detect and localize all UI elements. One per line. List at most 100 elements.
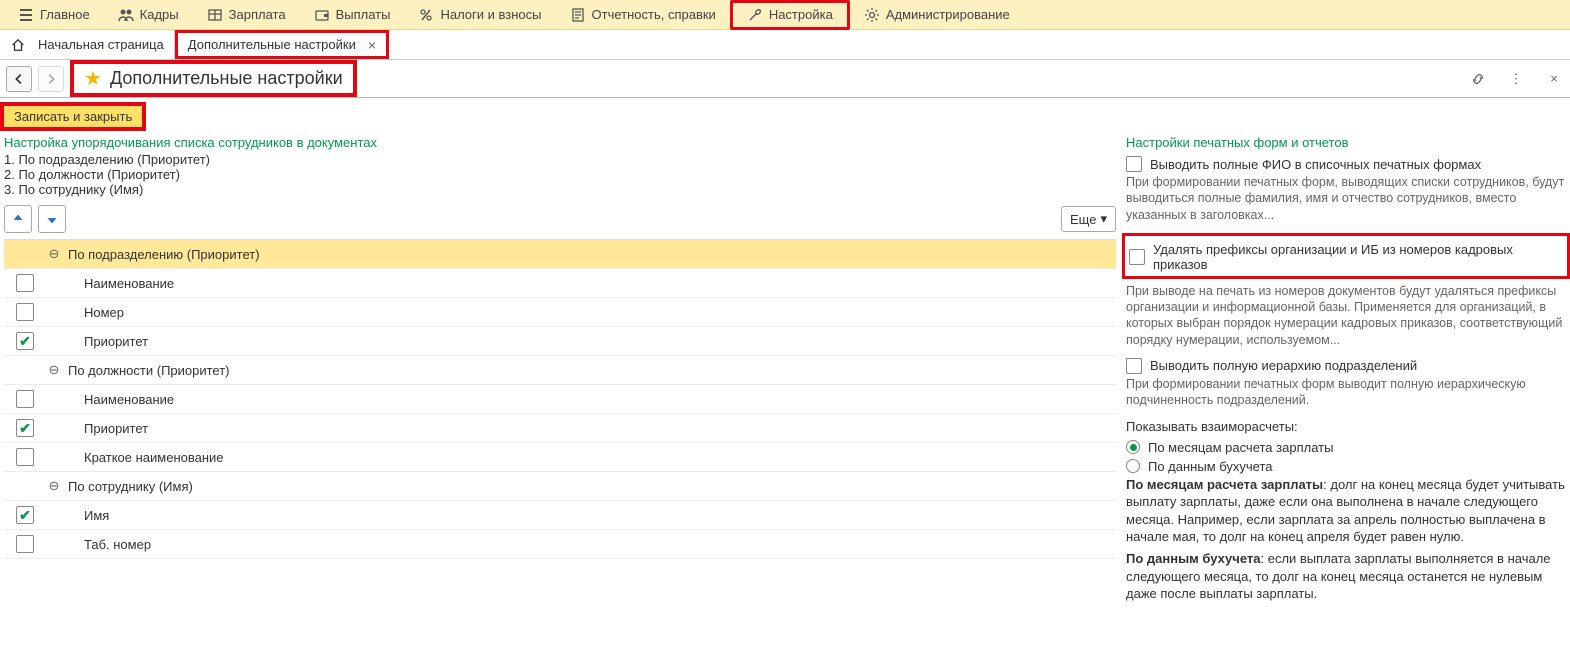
move-down-button[interactable] bbox=[38, 205, 66, 233]
option-remove-prefixes-highlight: Удалять префиксы организации и ИБ из ном… bbox=[1122, 233, 1570, 279]
option-remove-prefixes: Удалять префиксы организации и ИБ из ном… bbox=[1129, 242, 1563, 272]
radio-by-month-label: По месяцам расчета зарплаты bbox=[1148, 440, 1333, 455]
tree-item-label: Краткое наименование bbox=[84, 450, 224, 465]
tree-item-label: Наименование bbox=[84, 276, 174, 291]
tree-item-dept-number[interactable]: Номер bbox=[4, 298, 1116, 327]
menu-salary[interactable]: Зарплата bbox=[193, 0, 300, 30]
star-icon[interactable]: ★ bbox=[84, 66, 102, 91]
people-icon bbox=[118, 7, 134, 23]
tree-group-department[interactable]: ⊖ По подразделению (Приоритет) bbox=[4, 240, 1116, 269]
menu-reports-label: Отчетность, справки bbox=[592, 7, 716, 22]
wallet-icon bbox=[314, 7, 330, 23]
page-title-box: ★ Дополнительные настройки bbox=[70, 60, 357, 97]
option-full-hierarchy-desc: При формировании печатных форм выводит п… bbox=[1126, 376, 1566, 409]
page-title: Дополнительные настройки bbox=[110, 68, 343, 89]
tree-item-label: Таб. номер bbox=[84, 537, 151, 552]
option-full-hierarchy: Выводить полную иерархию подразделений bbox=[1126, 358, 1566, 374]
more-button[interactable]: Еще ▾ bbox=[1061, 206, 1116, 232]
checkbox-full-hierarchy[interactable] bbox=[1126, 358, 1142, 374]
tree-item-pos-name[interactable]: Наименование bbox=[4, 385, 1116, 414]
more-actions-icon[interactable]: ⋮ bbox=[1506, 69, 1526, 89]
tree-item-dept-name[interactable]: Наименование bbox=[4, 269, 1116, 298]
tree-group-employee[interactable]: ⊖ По сотруднику (Имя) bbox=[4, 472, 1116, 501]
option-full-fio-label: Выводить полные ФИО в списочных печатных… bbox=[1150, 157, 1481, 172]
tree-item-label: Приоритет bbox=[84, 334, 148, 349]
checkbox[interactable] bbox=[16, 535, 34, 553]
radio-by-month[interactable]: По месяцам расчета зарплаты bbox=[1126, 440, 1566, 455]
save-and-close-button[interactable]: Записать и закрыть bbox=[0, 102, 146, 131]
menu-main[interactable]: Главное bbox=[4, 0, 104, 30]
tab-bar: Начальная страница Дополнительные настро… bbox=[0, 30, 1570, 60]
checkbox[interactable] bbox=[16, 303, 34, 321]
close-form-icon[interactable]: × bbox=[1544, 69, 1564, 89]
menu-admin[interactable]: Администрирование bbox=[850, 0, 1024, 30]
more-button-label: Еще bbox=[1070, 212, 1096, 227]
collapse-icon[interactable]: ⊖ bbox=[48, 364, 60, 376]
tab-home-label: Начальная страница bbox=[38, 37, 164, 52]
move-up-button[interactable] bbox=[4, 205, 32, 233]
menu-taxes-label: Налоги и взносы bbox=[440, 7, 541, 22]
table-icon bbox=[207, 7, 223, 23]
tab-home[interactable]: Начальная страница bbox=[0, 30, 175, 59]
explain-para-2-bold: По данным бухучета bbox=[1126, 551, 1260, 566]
checkbox[interactable] bbox=[16, 390, 34, 408]
link-icon[interactable] bbox=[1468, 69, 1488, 89]
tree-group-employee-label: По сотруднику (Имя) bbox=[68, 479, 193, 494]
menu-reports[interactable]: Отчетность, справки bbox=[556, 0, 730, 30]
menu-main-label: Главное bbox=[40, 7, 90, 22]
left-section-title: Настройка упорядочивания списка сотрудни… bbox=[4, 135, 1116, 150]
tree-group-position[interactable]: ⊖ По должности (Приоритет) bbox=[4, 356, 1116, 385]
tab-additional-settings[interactable]: Дополнительные настройки × bbox=[175, 30, 389, 59]
checkbox[interactable] bbox=[16, 419, 34, 437]
explain-para-2: По данным бухучета: если выплата зарплат… bbox=[1126, 550, 1566, 603]
menu-payments-label: Выплаты bbox=[336, 7, 391, 22]
menu-staff[interactable]: Кадры bbox=[104, 0, 193, 30]
tree-item-label: Номер bbox=[84, 305, 124, 320]
menu-settings-label: Настройка bbox=[769, 7, 833, 22]
explain-para-1: По месяцам расчета зарплаты: долг на кон… bbox=[1126, 476, 1566, 546]
menu-payments[interactable]: Выплаты bbox=[300, 0, 405, 30]
option-remove-prefixes-desc: При выводе на печать из номеров документ… bbox=[1126, 283, 1566, 348]
tab-additional-settings-label: Дополнительные настройки bbox=[188, 37, 356, 52]
radio-by-accounting[interactable]: По данным бухучета bbox=[1126, 459, 1566, 474]
sort-order-1: 1. По подразделению (Приоритет) bbox=[4, 152, 1116, 167]
checkbox[interactable] bbox=[16, 448, 34, 466]
menu-admin-label: Администрирование bbox=[886, 7, 1010, 22]
tree-item-pos-priority[interactable]: Приоритет bbox=[4, 414, 1116, 443]
document-icon bbox=[570, 7, 586, 23]
right-section-title: Настройки печатных форм и отчетов bbox=[1126, 135, 1566, 150]
menu-staff-label: Кадры bbox=[140, 7, 179, 22]
back-button[interactable] bbox=[6, 66, 32, 92]
menu-taxes[interactable]: Налоги и взносы bbox=[404, 0, 555, 30]
checkbox[interactable] bbox=[16, 332, 34, 350]
forward-button[interactable] bbox=[38, 66, 64, 92]
radio-by-accounting-label: По данным бухучета bbox=[1148, 459, 1273, 474]
radio-by-month-input[interactable] bbox=[1126, 440, 1140, 454]
option-full-fio-desc: При формировании печатных форм, выводящи… bbox=[1126, 174, 1566, 223]
page-header: ★ Дополнительные настройки ⋮ × bbox=[0, 60, 1570, 98]
percent-icon bbox=[418, 7, 434, 23]
collapse-icon[interactable]: ⊖ bbox=[48, 248, 60, 260]
tree-item-emp-name[interactable]: Имя bbox=[4, 501, 1116, 530]
tree-item-emp-tabnum[interactable]: Таб. номер bbox=[4, 530, 1116, 559]
menu-main-icon bbox=[18, 7, 34, 23]
tab-close-icon[interactable]: × bbox=[368, 37, 376, 53]
option-full-fio: Выводить полные ФИО в списочных печатных… bbox=[1126, 156, 1566, 172]
sort-buttons-row: Еще ▾ bbox=[4, 205, 1116, 233]
wrench-icon bbox=[747, 7, 763, 23]
checkbox[interactable] bbox=[16, 274, 34, 292]
radio-by-accounting-input[interactable] bbox=[1126, 459, 1140, 473]
sort-order-summary: 1. По подразделению (Приоритет) 2. По до… bbox=[4, 152, 1116, 197]
checkbox[interactable] bbox=[16, 506, 34, 524]
collapse-icon[interactable]: ⊖ bbox=[48, 480, 60, 492]
sort-tree: ⊖ По подразделению (Приоритет) Наименова… bbox=[4, 239, 1116, 559]
gear-icon bbox=[864, 7, 880, 23]
menu-settings[interactable]: Настройка bbox=[730, 0, 850, 30]
tree-item-dept-priority[interactable]: Приоритет bbox=[4, 327, 1116, 356]
tree-item-pos-shortname[interactable]: Краткое наименование bbox=[4, 443, 1116, 472]
checkbox-remove-prefixes[interactable] bbox=[1129, 249, 1145, 265]
tree-item-label: Приоритет bbox=[84, 421, 148, 436]
checkbox-full-fio[interactable] bbox=[1126, 156, 1142, 172]
menu-salary-label: Зарплата bbox=[229, 7, 286, 22]
sort-order-2: 2. По должности (Приоритет) bbox=[4, 167, 1116, 182]
